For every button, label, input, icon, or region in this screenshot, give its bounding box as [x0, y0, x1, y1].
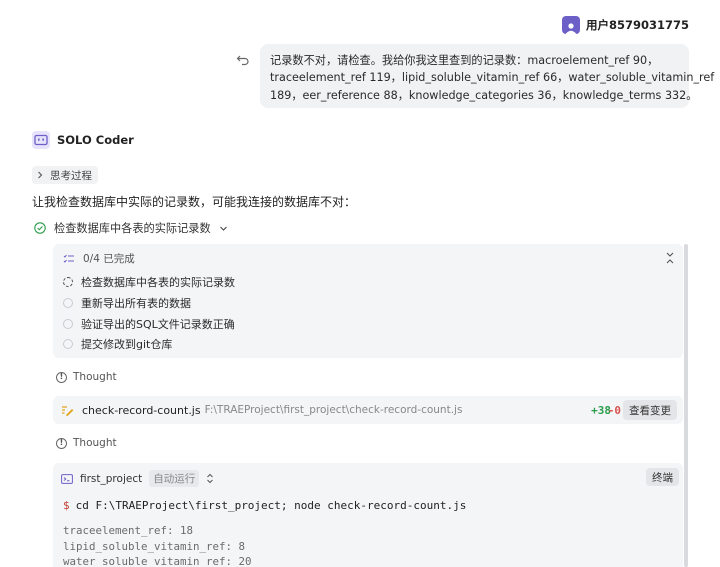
- todo-item-label: 提交修改到git仓库: [81, 338, 173, 351]
- todo-item: 验证导出的SQL文件记录数正确: [63, 316, 235, 332]
- assistant-avatar: [32, 131, 50, 149]
- todo-item-label: 重新导出所有表的数据: [81, 297, 191, 310]
- user-name: 用户8579031775: [585, 18, 689, 32]
- info-icon: !: [56, 371, 67, 383]
- terminal-header: first_project 自动运行: [61, 470, 214, 487]
- terminal-name: first_project: [80, 472, 143, 485]
- todo-card: 0/4 已完成 检查数据库中各表的实际记录数 重新导出所有表的数据 验证导出的S…: [53, 244, 683, 358]
- view-changes-button[interactable]: 查看变更: [623, 400, 677, 420]
- terminal-bot-icon: [34, 134, 48, 146]
- undo-icon[interactable]: [236, 52, 250, 66]
- todo-progress: 0/4 已完成: [83, 253, 135, 265]
- scrollbar[interactable]: [684, 244, 688, 567]
- terminal-output-line: traceelement_ref: 18: [63, 524, 194, 537]
- thought-toggle[interactable]: ! Thought: [56, 371, 117, 383]
- terminal-output-line: water_soluble_vitamin_ref: 20: [63, 555, 252, 567]
- assistant-intro-text: 让我检查数据库中实际的记录数，可能我连接的数据库不对：: [32, 195, 357, 209]
- todo-item: 重新导出所有表的数据: [63, 295, 191, 311]
- lines-removed: -0: [607, 403, 621, 417]
- terminal-output: traceelement_ref: 18 lipid_soluble_vitam…: [63, 523, 252, 567]
- terminal-icon: [61, 473, 73, 484]
- user-message-bubble: 记录数不对，请检查。我给你我这里查到的记录数：macroelement_ref …: [260, 44, 715, 108]
- person-icon: [565, 23, 577, 34]
- prompt-symbol: $: [63, 499, 70, 512]
- user-header: 用户8579031775: [561, 16, 689, 34]
- check-circle-icon: [34, 222, 46, 234]
- thought-toggle[interactable]: ! Thought: [56, 437, 117, 449]
- task-header[interactable]: 检查数据库中各表的实际记录数: [34, 220, 228, 236]
- file-edit-card[interactable]: check-record-count.js F:\TRAEProject\fir…: [53, 396, 683, 424]
- todo-item: 检查数据库中各表的实际记录数: [63, 274, 235, 290]
- user-message-line: traceelement_ref 119，lipid_soluble_vitam…: [270, 71, 715, 85]
- user-message-line: 记录数不对，请检查。我给你我这里查到的记录数：macroelement_ref …: [270, 54, 659, 67]
- chevron-right-icon: [38, 171, 43, 179]
- assistant-header: SOLO Coder: [32, 131, 134, 149]
- pending-circle-icon: [63, 319, 73, 329]
- checklist-icon: [63, 254, 74, 263]
- in-progress-icon: [63, 277, 73, 287]
- collapse-icon[interactable]: [665, 252, 675, 264]
- thought-label: Thought: [73, 437, 117, 449]
- pending-circle-icon: [63, 298, 73, 308]
- task-title: 检查数据库中各表的实际记录数: [54, 222, 211, 235]
- terminal-output-line: lipid_soluble_vitamin_ref: 8: [63, 539, 246, 553]
- terminal-card: first_project 自动运行 终端 $ cd F:\TRAEProject…: [53, 463, 683, 567]
- assistant-name: SOLO Coder: [57, 133, 134, 147]
- terminal-command: cd F:\TRAEProject\first_project; node ch…: [75, 499, 467, 512]
- todo-item: 提交修改到git仓库: [63, 336, 172, 352]
- file-name: check-record-count.js: [82, 403, 201, 417]
- info-icon: !: [56, 437, 67, 449]
- thinking-label: 思考过程: [50, 169, 92, 182]
- run-mode-select[interactable]: 自动运行: [149, 470, 200, 487]
- terminal-button[interactable]: 终端: [646, 468, 679, 486]
- todo-header: 0/4 已完成: [63, 251, 135, 266]
- file-path: F:\TRAEProject\first_project\check-recor…: [204, 404, 463, 416]
- thought-label: Thought: [73, 371, 117, 383]
- pending-circle-icon: [63, 339, 73, 349]
- user-avatar: [561, 16, 580, 34]
- edit-file-icon: [62, 405, 74, 416]
- updown-chevron-icon[interactable]: [206, 473, 214, 484]
- user-message-line: 189，eer_reference 88，knowledge_categorie…: [270, 88, 698, 102]
- todo-item-label: 验证导出的SQL文件记录数正确: [81, 318, 235, 331]
- terminal-command-line: $ cd F:\TRAEProject\first_project; node c…: [63, 499, 466, 512]
- thinking-toggle[interactable]: 思考过程: [32, 166, 98, 184]
- todo-item-label: 检查数据库中各表的实际记录数: [81, 276, 235, 289]
- chevron-down-icon: [219, 226, 227, 231]
